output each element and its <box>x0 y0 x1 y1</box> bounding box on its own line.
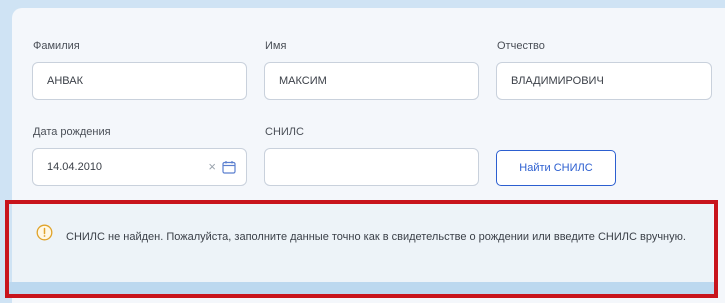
patronymic-label: Отчество <box>497 40 545 52</box>
clear-icon[interactable]: × <box>208 159 216 175</box>
calendar-icon[interactable] <box>222 160 236 174</box>
highlight-outline <box>5 200 718 298</box>
birth-date-actions: × <box>208 159 236 175</box>
name-value: МАКСИМ <box>279 75 327 87</box>
name-label: Имя <box>265 40 287 52</box>
find-snils-button[interactable]: Найти СНИЛС <box>496 150 616 186</box>
snils-input[interactable] <box>264 148 479 186</box>
birth-date-field[interactable]: 14.04.2010 × <box>32 148 247 186</box>
birth-date-label: Дата рождения <box>33 126 111 138</box>
name-field[interactable]: МАКСИМ <box>264 62 479 100</box>
patronymic-field[interactable]: ВЛАДИМИРОВИЧ <box>496 62 712 100</box>
surname-field[interactable]: АНВАК <box>32 62 247 100</box>
surname-value: АНВАК <box>47 75 83 87</box>
snils-label: СНИЛС <box>265 126 304 138</box>
birth-date-value: 14.04.2010 <box>47 161 103 173</box>
surname-label: Фамилия <box>33 40 80 52</box>
patronymic-value: ВЛАДИМИРОВИЧ <box>511 75 604 87</box>
